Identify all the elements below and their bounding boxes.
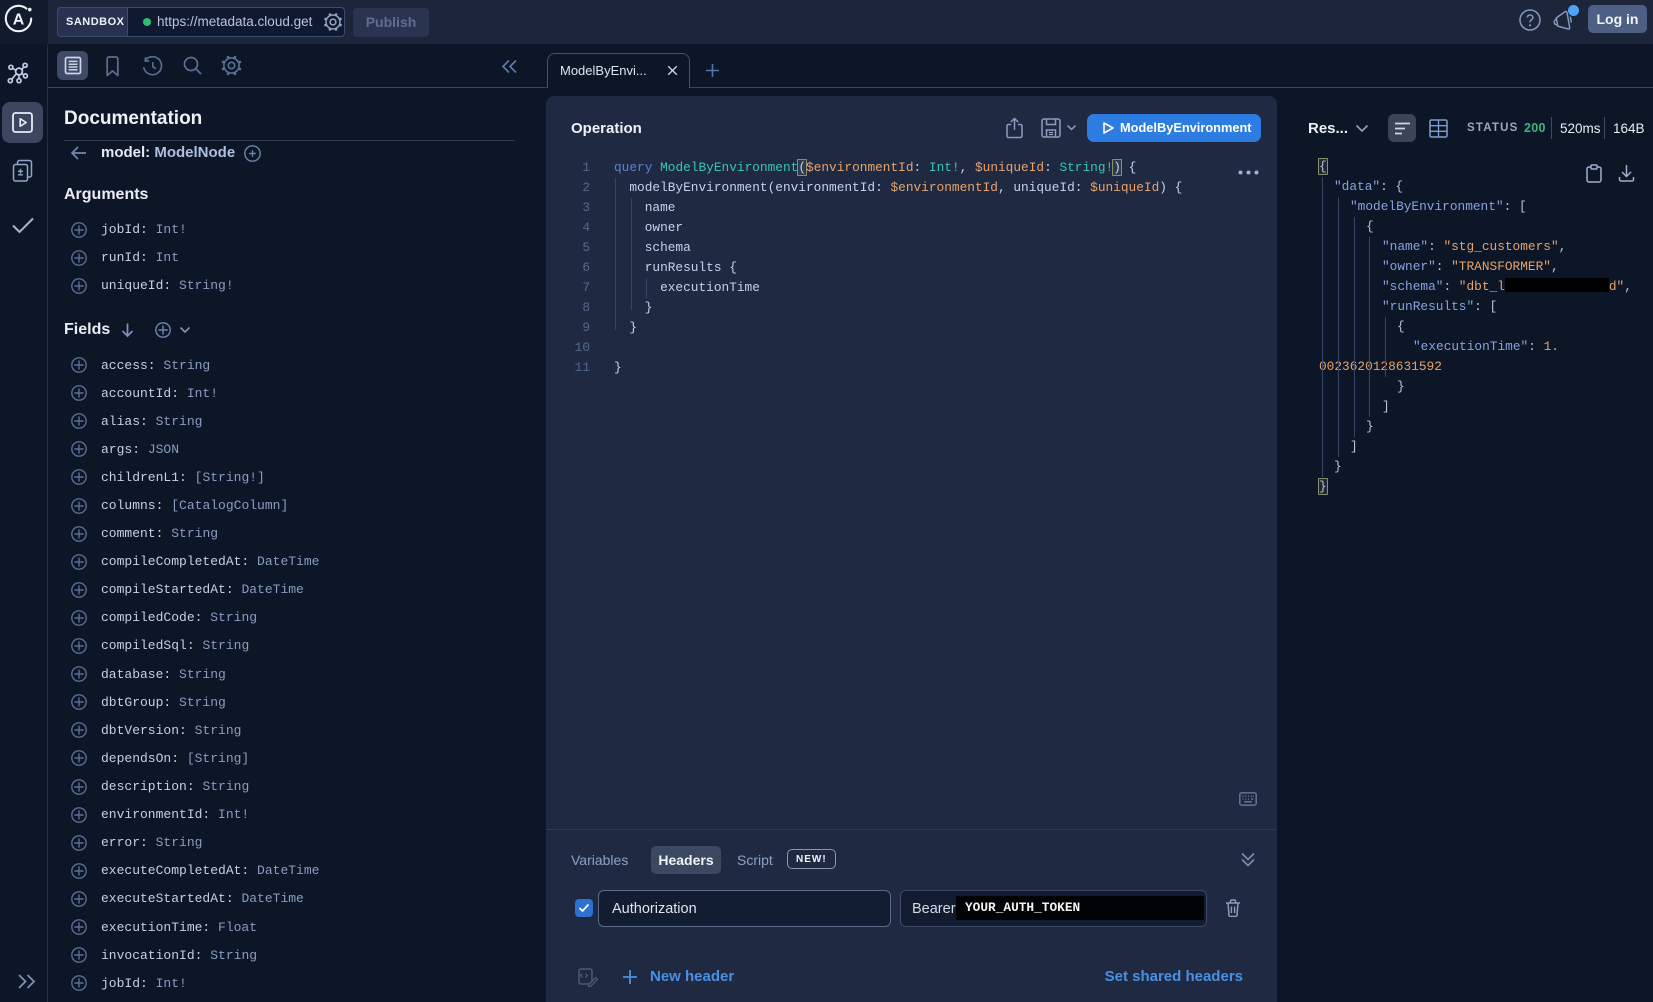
svg-text:A: A [13, 11, 25, 28]
